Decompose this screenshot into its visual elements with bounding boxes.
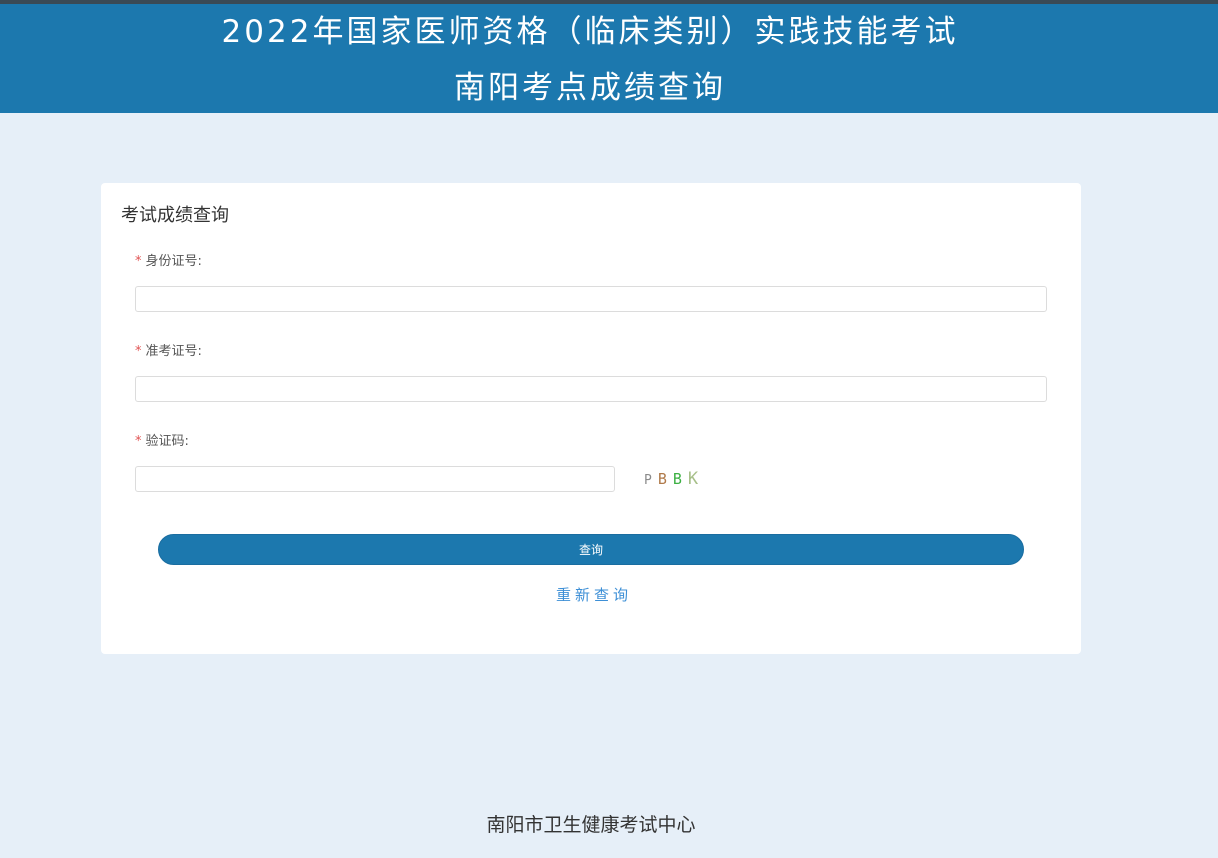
footer-org-name: 南阳市卫生健康考试中心 <box>486 814 696 836</box>
card-title: 考试成绩查询 <box>121 205 229 226</box>
ticket-number-label-text: 准考证号: <box>145 344 202 359</box>
query-button[interactable]: 查询 <box>158 534 1024 565</box>
captcha-image[interactable]: PBBK <box>644 469 704 491</box>
id-number-label-text: 身份证号: <box>145 254 202 269</box>
required-mark: * <box>135 434 142 449</box>
captcha-char: P <box>644 473 652 488</box>
id-number-label: * 身份证号: <box>135 250 202 269</box>
header-title-line2: 南阳考点成绩查询 <box>454 70 726 106</box>
ticket-number-input[interactable] <box>135 376 1047 402</box>
captcha-char: B <box>657 470 667 488</box>
header-title-line1: 2022年国家医师资格（临床类别）实践技能考试 <box>221 14 959 50</box>
captcha-label: * 验证码: <box>135 430 189 449</box>
required-mark: * <box>135 254 142 269</box>
captcha-input[interactable] <box>135 466 615 492</box>
captcha-char: B <box>672 470 682 488</box>
query-card: 考试成绩查询 * 身份证号: * 准考证号: * 验证码: PBBK 查询 重新查询 <box>101 183 1081 654</box>
id-number-input[interactable] <box>135 286 1047 312</box>
required-mark: * <box>135 344 142 359</box>
page-header: 2022年国家医师资格（临床类别）实践技能考试 南阳考点成绩查询 <box>0 4 1218 113</box>
reset-query-link[interactable]: 重新查询 <box>101 584 1087 605</box>
captcha-char: K <box>687 469 699 489</box>
captcha-label-text: 验证码: <box>145 434 189 449</box>
ticket-number-label: * 准考证号: <box>135 340 202 359</box>
